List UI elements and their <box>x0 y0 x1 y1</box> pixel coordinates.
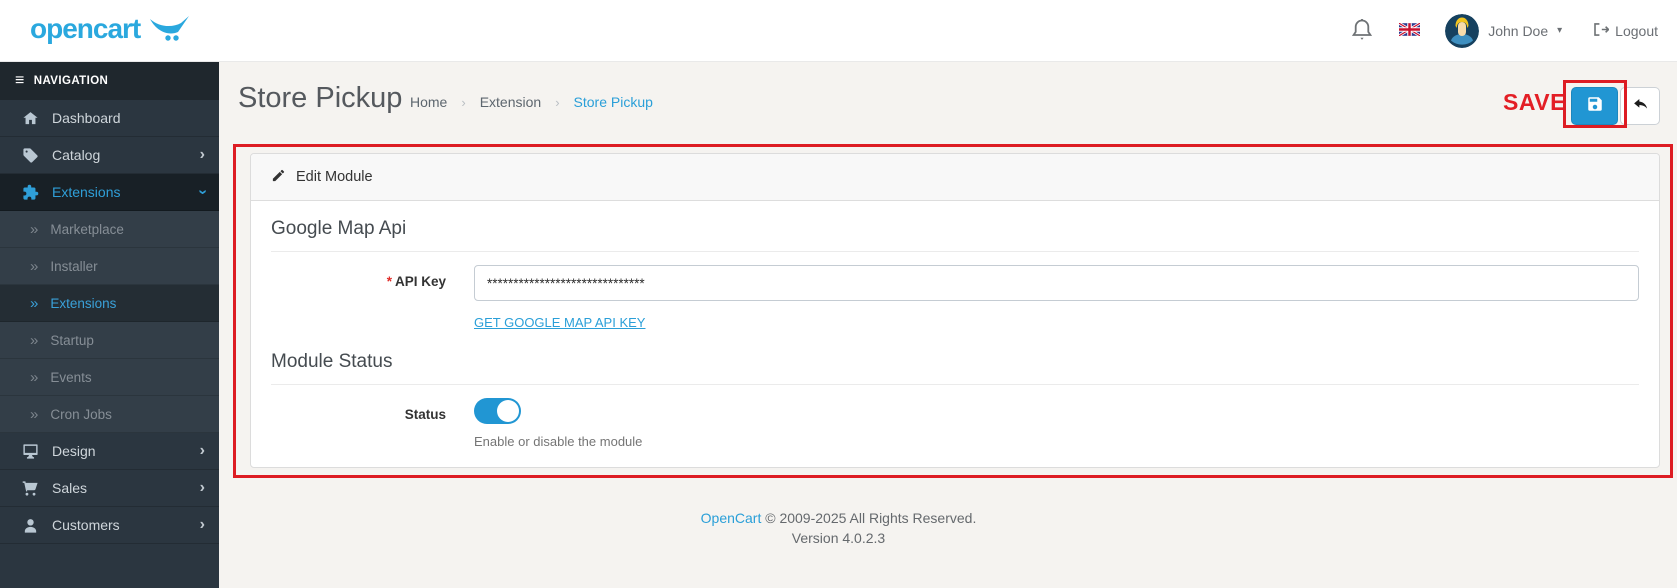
double-angle-icon: » <box>30 220 39 238</box>
page-title: Store Pickup <box>238 82 403 114</box>
chevron-down-icon: › <box>194 189 212 195</box>
back-button[interactable] <box>1620 87 1660 125</box>
home-icon <box>22 110 39 127</box>
toggle-knob <box>497 400 519 422</box>
footer: OpenCart © 2009-2025 All Rights Reserved… <box>0 510 1677 546</box>
top-header: opencart John Doe ▾ Logout <box>0 0 1677 62</box>
monitor-icon <box>22 443 39 460</box>
get-google-map-api-key-link[interactable]: GET GOOGLE MAP API KEY <box>474 315 645 330</box>
copyright-text: © 2009-2025 All Rights Reserved. <box>765 510 977 526</box>
logout-icon <box>1593 22 1610 40</box>
version-text: Version 4.0.2.3 <box>791 530 886 546</box>
breadcrumb-separator: › <box>555 94 560 110</box>
sidebar-item-extensions[interactable]: Extensions › <box>0 174 219 211</box>
notifications-bell-icon[interactable] <box>1350 17 1374 45</box>
module-status-heading: Module Status <box>271 351 1639 385</box>
chevron-right-icon: › <box>199 442 205 459</box>
user-name: John Doe <box>1488 22 1549 39</box>
status-help-text: Enable or disable the module <box>474 434 643 449</box>
breadcrumb-extension[interactable]: Extension <box>480 94 541 110</box>
sidebar-subitem-extensions[interactable]: » Extensions <box>0 285 219 322</box>
google-map-api-heading: Google Map Api <box>271 218 1639 252</box>
status-toggle[interactable] <box>474 398 521 424</box>
breadcrumb-separator: › <box>461 94 466 110</box>
undo-arrow-icon <box>1631 96 1649 117</box>
breadcrumb: Home › Extension › Store Pickup <box>410 94 653 110</box>
sidebar-item-design[interactable]: Design › <box>0 433 219 470</box>
sidebar-subitem-installer[interactable]: » Installer <box>0 248 219 285</box>
sidebar-subitem-marketplace[interactable]: » Marketplace <box>0 211 219 248</box>
required-asterisk: * <box>386 274 392 289</box>
navigation-label: NAVIGATION <box>33 75 109 87</box>
sidebar-subitem-startup[interactable]: » Startup <box>0 322 219 359</box>
language-flag-icon[interactable] <box>1398 21 1421 39</box>
double-angle-icon: » <box>30 405 39 423</box>
breadcrumb-home[interactable]: Home <box>410 94 447 110</box>
opencart-footer-link[interactable]: OpenCart <box>701 510 762 526</box>
api-key-input[interactable] <box>474 265 1639 301</box>
opencart-logo-text: opencart <box>30 12 141 44</box>
opencart-logo-mark <box>146 15 190 47</box>
panel-title: Edit Module <box>296 169 373 185</box>
pencil-icon <box>271 168 286 187</box>
chevron-right-icon: › <box>199 479 205 496</box>
sidebar-subitem-cron-jobs[interactable]: » Cron Jobs <box>0 396 219 433</box>
double-angle-icon: » <box>30 257 39 275</box>
panel-header: Edit Module <box>251 154 1659 201</box>
double-angle-icon: » <box>30 331 39 349</box>
double-angle-icon: » <box>30 294 39 312</box>
double-angle-icon: » <box>30 368 39 386</box>
cart-icon <box>22 480 39 497</box>
save-annotation-label: SAVE <box>1503 89 1566 115</box>
sidebar-subitem-events[interactable]: » Events <box>0 359 219 396</box>
save-button[interactable] <box>1571 87 1618 125</box>
sidebar-item-dashboard[interactable]: Dashboard <box>0 100 219 137</box>
logout-button[interactable]: Logout <box>1593 22 1658 40</box>
avatar <box>1445 13 1480 48</box>
opencart-logo[interactable]: opencart <box>30 12 190 47</box>
menu-toggle-icon[interactable]: ≡ <box>15 72 25 90</box>
user-menu[interactable]: John Doe ▾ <box>1445 13 1563 48</box>
floppy-save-icon <box>1586 95 1604 118</box>
header-actions <box>1571 87 1660 125</box>
copyright-line: OpenCart © 2009-2025 All Rights Reserved… <box>0 510 1677 526</box>
sidebar-item-sales[interactable]: Sales › <box>0 470 219 507</box>
sidebar-item-catalog[interactable]: Catalog › <box>0 137 219 174</box>
chevron-down-icon: ▾ <box>1557 25 1563 36</box>
chevron-right-icon: › <box>199 146 205 163</box>
puzzle-icon <box>22 184 39 201</box>
logout-label: Logout <box>1615 22 1658 39</box>
status-label: Status <box>404 407 446 422</box>
edit-module-panel: Edit Module Google Map Api *API Key GET … <box>250 153 1660 468</box>
breadcrumb-store-pickup[interactable]: Store Pickup <box>574 94 653 110</box>
api-key-label: * API Key <box>386 274 446 289</box>
tag-icon <box>22 147 39 164</box>
